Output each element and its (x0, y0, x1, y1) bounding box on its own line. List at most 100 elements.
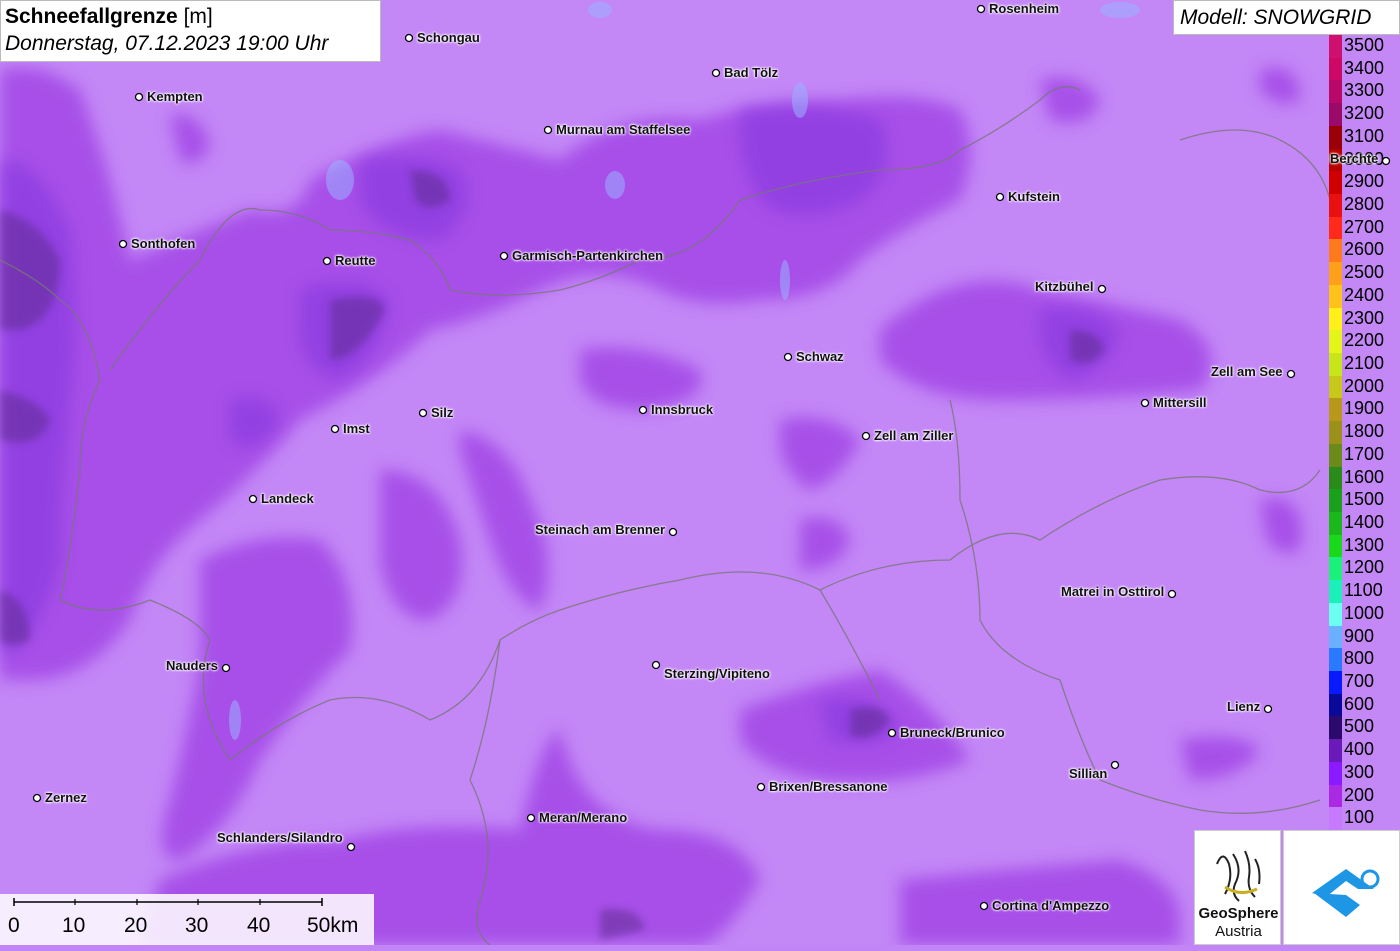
city-label: Nauders (166, 658, 219, 673)
city-label: Steinach am Brenner (535, 522, 666, 537)
logo-text-top: GeoSphere (1198, 905, 1279, 922)
city-marker-icon (979, 901, 989, 911)
city-label: Kempten (147, 89, 203, 104)
legend-item: 3100 (1329, 114, 1400, 149)
city-label: Berchte (1330, 151, 1379, 166)
map-title: Schneefallgrenze [m] (5, 4, 376, 30)
city-label: Rosenheim (989, 1, 1060, 16)
city-label: Sterzing/Vipiteno (664, 666, 770, 681)
city-label: Zernez (45, 790, 87, 805)
legend-item: 500 (1329, 704, 1400, 740)
city-marker-icon (418, 408, 428, 418)
city-marker-icon (526, 813, 536, 823)
city-label: Schlanders/Silandro (217, 830, 343, 845)
city-marker-icon (322, 256, 332, 266)
scale-bar: 0 10 20 30 40 50km (0, 894, 374, 945)
geosphere-logo[interactable]: GeoSphere Austria (1194, 830, 1281, 945)
city-label: Meran/Merano (539, 810, 628, 825)
city-marker-icon (1286, 369, 1296, 379)
legend-item: 2100 (1329, 341, 1400, 376)
city-marker-icon (1263, 704, 1273, 714)
legend-item: 2700 (1329, 205, 1400, 240)
city-marker-icon (861, 431, 871, 441)
city-label: Mittersill (1153, 395, 1207, 410)
legend-item: 1800 (1329, 409, 1400, 445)
city-marker-icon (543, 125, 553, 135)
city-marker-icon (668, 527, 678, 537)
city-marker-icon (976, 4, 986, 14)
city-label: Garmisch-Partenkirchen (512, 248, 664, 263)
geosphere-emblem-icon (1216, 850, 1261, 902)
legend-swatch (1329, 807, 1342, 831)
city-marker-icon (134, 92, 144, 102)
city-label: Bad Tölz (724, 65, 779, 80)
city-marker-icon (756, 782, 766, 792)
legend-item: 200 (1329, 773, 1400, 808)
city-label: Cortina d'Ampezzo (992, 898, 1110, 913)
city-marker-icon (404, 33, 414, 43)
scale-label: 50km (307, 914, 359, 937)
legend-item: 3400 (1329, 46, 1400, 81)
snowline-map[interactable] (0, 0, 1400, 945)
legend-item: 900 (1329, 614, 1400, 649)
city-label: Reutte (335, 253, 376, 268)
legend-item: 2800 (1329, 182, 1400, 217)
legend-item: 100 (1329, 795, 1400, 831)
legend-label: 100 (1344, 807, 1375, 828)
city-label: Sillian (1069, 766, 1108, 781)
city-marker-icon (1097, 284, 1107, 294)
legend-item: 1700 (1329, 432, 1400, 467)
map-date: Donnerstag, 07.12.2023 19:00 Uhr (5, 32, 329, 55)
legend-item: 2000 (1329, 364, 1400, 399)
legend-item: 1200 (1329, 545, 1400, 581)
city-marker-icon (1167, 589, 1177, 599)
city-label: Landeck (261, 491, 314, 506)
app-logo[interactable] (1283, 830, 1400, 945)
legend-item: 2600 (1329, 227, 1400, 263)
city-label: Kufstein (1008, 189, 1060, 204)
city-label: Silz (431, 405, 454, 420)
city-label: Bruneck/Brunico (900, 725, 1005, 740)
city-label: Schongau (417, 30, 480, 45)
legend-item: 3500 (1329, 23, 1400, 58)
city-label: Murnau am Staffelsee (556, 122, 691, 137)
legend-item: 1600 (1329, 455, 1400, 490)
legend-item: 700 (1329, 659, 1400, 694)
title-unit: [m] (183, 5, 213, 28)
title-parameter: Schneefallgrenze (5, 5, 178, 28)
city-label: Zell am Ziller (874, 428, 954, 443)
city-marker-icon (1110, 760, 1120, 770)
map-title-box: Schneefallgrenze [m] Donnerstag, 07.12.2… (0, 0, 381, 62)
city-label: Kitzbühel (1035, 279, 1094, 294)
city-marker-icon (330, 424, 340, 434)
legend-item: 1000 (1329, 591, 1400, 626)
legend-item: 3200 (1329, 91, 1400, 127)
city-label: Brixen/Bressanone (769, 779, 888, 794)
legend-item: 600 (1329, 682, 1400, 717)
city-marker-icon (995, 192, 1005, 202)
scale-label: 20 (124, 914, 148, 937)
legend-item: 1100 (1329, 568, 1400, 604)
city-marker-icon (887, 728, 897, 738)
scale-label: 30 (185, 914, 209, 937)
scale-label: 40 (247, 914, 271, 937)
city-label: Sonthofen (131, 236, 196, 251)
legend-item: 2400 (1329, 273, 1400, 308)
city-marker-icon (711, 68, 721, 78)
city-marker-icon (1140, 398, 1150, 408)
city-marker-icon (118, 239, 128, 249)
logo-text-bottom: Austria (1215, 923, 1262, 940)
scale-label: 0 (8, 914, 20, 937)
legend-item: 800 (1329, 636, 1400, 672)
legend-item: 400 (1329, 727, 1400, 763)
scale-label: 10 (62, 914, 86, 937)
city-label: Zell am See (1211, 364, 1283, 379)
city-label: Lienz (1227, 699, 1261, 714)
legend-item: 2300 (1329, 296, 1400, 331)
legend-item: 1900 (1329, 386, 1400, 422)
city-marker-icon (32, 793, 42, 803)
city-label: Imst (343, 421, 370, 436)
city-marker-icon (638, 405, 648, 415)
city-marker-icon (499, 251, 509, 261)
city-marker-icon (346, 842, 356, 852)
